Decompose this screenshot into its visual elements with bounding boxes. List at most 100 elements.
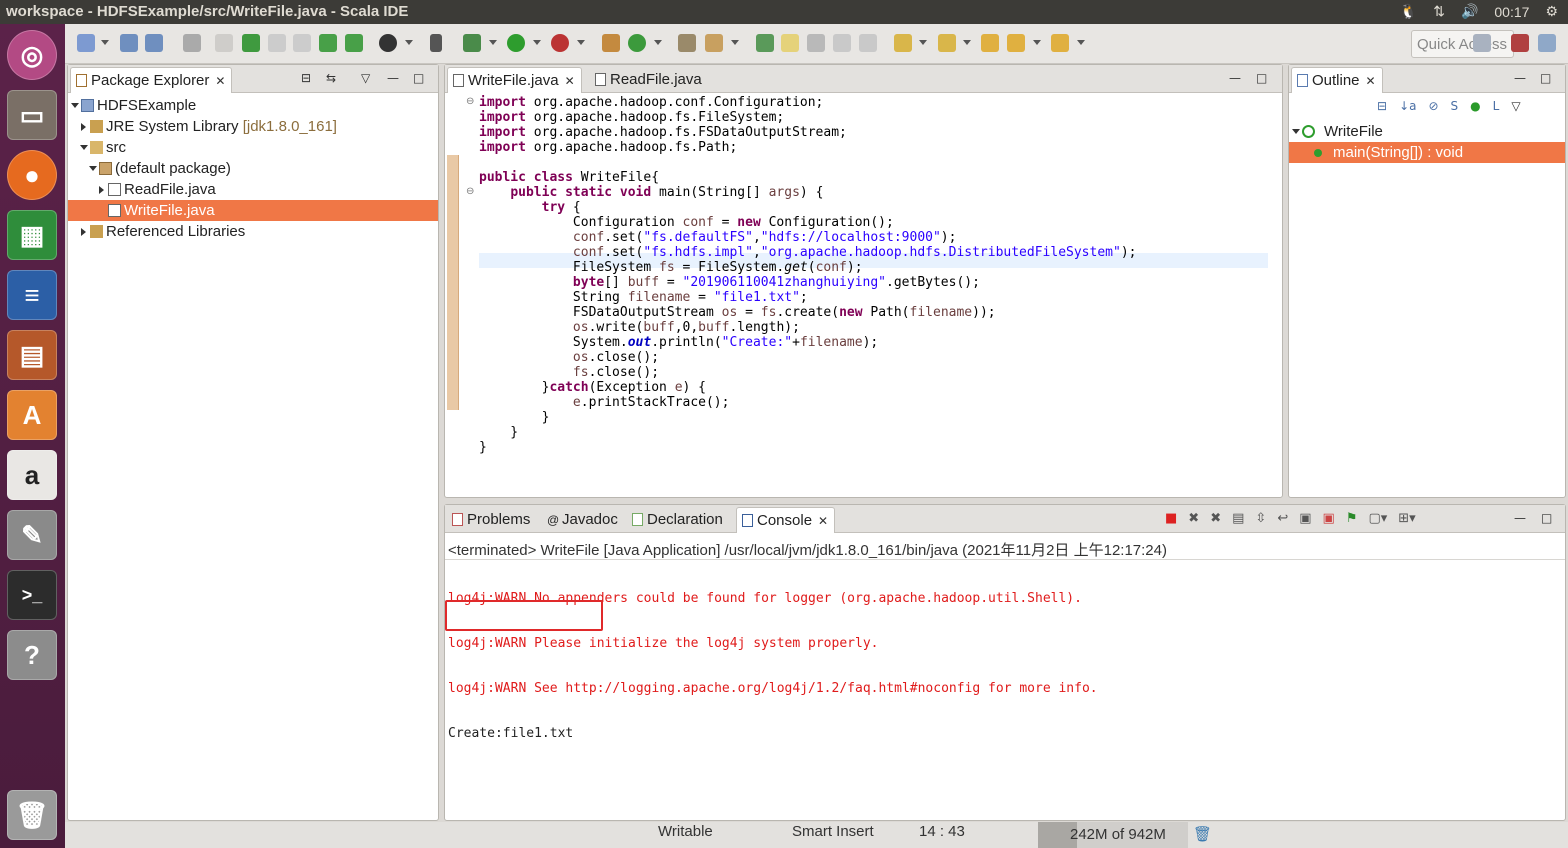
expand-arrow-icon[interactable] bbox=[80, 145, 88, 150]
penguin-icon[interactable]: 🐧 bbox=[1400, 3, 1417, 20]
quick-access-input[interactable]: Quick Access bbox=[1411, 30, 1514, 58]
minimize-icon[interactable]: — bbox=[1514, 511, 1526, 525]
maximize-icon[interactable]: □ bbox=[1256, 71, 1267, 85]
new-icon[interactable] bbox=[77, 34, 95, 52]
close-icon[interactable]: ✕ bbox=[1366, 74, 1376, 88]
firefox-icon[interactable]: ● bbox=[7, 150, 57, 200]
hide-fields-icon[interactable]: ⊘ bbox=[1428, 99, 1438, 113]
minimize-icon[interactable]: — bbox=[387, 71, 399, 85]
amazon-icon[interactable]: a bbox=[7, 450, 57, 500]
save-all-icon[interactable] bbox=[145, 34, 163, 52]
expand-arrow-icon[interactable] bbox=[1292, 129, 1300, 134]
run-dropdown-icon[interactable] bbox=[533, 40, 541, 45]
expand-arrow-icon[interactable] bbox=[89, 166, 97, 171]
new-dropdown-icon[interactable] bbox=[101, 40, 109, 45]
skip-breakpoints-icon[interactable] bbox=[430, 34, 442, 52]
hide-nonpublic-icon[interactable]: ● bbox=[1470, 99, 1480, 113]
collapsed-arrow-icon[interactable] bbox=[99, 186, 104, 194]
close-icon[interactable]: ✕ bbox=[818, 514, 828, 528]
hide-static-icon[interactable]: S bbox=[1451, 99, 1459, 113]
open-console-icon[interactable]: ⊞▾ bbox=[1398, 511, 1415, 526]
new-class-icon[interactable] bbox=[628, 34, 646, 52]
tab-writefile[interactable]: WriteFile.java ✕ bbox=[447, 67, 582, 93]
forward-icon[interactable] bbox=[1051, 34, 1069, 52]
ubuntu-dash-icon[interactable]: ◎ bbox=[7, 30, 57, 80]
next-annotation-icon[interactable] bbox=[894, 34, 912, 52]
tab-problems[interactable]: Problems bbox=[447, 507, 536, 533]
spreadsheet-icon[interactable]: ▦ bbox=[7, 210, 57, 260]
console-output[interactable]: log4j:WARN No appenders could be found f… bbox=[448, 561, 1098, 771]
terminate-icon[interactable]: ■ bbox=[1165, 511, 1177, 526]
view-menu-icon[interactable]: ▽ bbox=[1511, 99, 1520, 113]
scroll-lock-icon[interactable]: ⇳ bbox=[1255, 511, 1266, 526]
word-wrap-icon[interactable]: ↩ bbox=[1277, 511, 1288, 526]
back-icon[interactable] bbox=[1007, 34, 1025, 52]
minimize-icon[interactable]: — bbox=[1514, 71, 1526, 85]
outline-item-class[interactable]: WriteFile bbox=[1289, 121, 1565, 142]
highlight-icon[interactable] bbox=[781, 34, 799, 52]
task-dropdown-icon[interactable] bbox=[731, 40, 739, 45]
settings-gear-icon[interactable]: ⚙ bbox=[1545, 3, 1558, 20]
sort-icon[interactable]: ↓a bbox=[1399, 99, 1416, 113]
fold-icon[interactable]: ⊖ bbox=[466, 186, 474, 197]
heap-status[interactable]: 242M of 942M bbox=[1038, 822, 1188, 848]
debug-icon[interactable] bbox=[463, 34, 481, 52]
tab-declaration[interactable]: Declaration bbox=[627, 507, 729, 533]
minimize-icon[interactable]: — bbox=[1229, 71, 1241, 85]
collapse-all-icon[interactable]: ⊟ bbox=[301, 71, 311, 85]
forward-dropdown-icon[interactable] bbox=[1077, 40, 1085, 45]
breadcrumb-icon[interactable] bbox=[242, 34, 260, 52]
close-icon[interactable]: ✕ bbox=[215, 74, 225, 88]
open-perspective-icon[interactable] bbox=[1473, 34, 1491, 52]
trash-icon[interactable]: 🗑 bbox=[7, 790, 57, 840]
show-stderr-icon[interactable]: ▣ bbox=[1323, 511, 1335, 526]
doc-icon[interactable] bbox=[293, 34, 311, 52]
system-settings-icon[interactable]: ✎ bbox=[7, 510, 57, 560]
tab-readfile[interactable]: ReadFile.java bbox=[590, 67, 708, 93]
debug-dropdown-icon[interactable] bbox=[489, 40, 497, 45]
display-console-icon[interactable]: ▢▾ bbox=[1368, 511, 1387, 526]
files-icon[interactable]: ▭ bbox=[7, 90, 57, 140]
maximize-icon[interactable]: □ bbox=[1541, 511, 1552, 525]
volume-icon[interactable]: 🔊 bbox=[1461, 3, 1478, 20]
collapse-all-icon[interactable]: ⊟ bbox=[1377, 99, 1387, 113]
tree-item-project[interactable]: HDFSExample bbox=[68, 95, 438, 116]
tree-item-referenced-libraries[interactable]: Referenced Libraries bbox=[68, 221, 438, 242]
mark-icon[interactable] bbox=[807, 34, 825, 52]
terminal-icon[interactable]: >_ bbox=[7, 570, 57, 620]
tab-package-explorer[interactable]: Package Explorer ✕ bbox=[70, 67, 233, 93]
new-package-icon[interactable] bbox=[602, 34, 620, 52]
collapsed-arrow-icon[interactable] bbox=[81, 123, 86, 131]
collapsed-arrow-icon[interactable] bbox=[81, 228, 86, 236]
impress-icon[interactable]: ▤ bbox=[7, 330, 57, 380]
scala-icon[interactable] bbox=[319, 34, 337, 52]
run-icon[interactable] bbox=[507, 34, 525, 52]
maximize-icon[interactable]: □ bbox=[413, 71, 424, 85]
fold-icon[interactable]: ⊖ bbox=[466, 96, 474, 107]
page-icon[interactable] bbox=[268, 34, 286, 52]
writer-icon[interactable]: ≡ bbox=[7, 270, 57, 320]
software-center-icon[interactable]: A bbox=[7, 390, 57, 440]
network-icon[interactable]: ⇅ bbox=[1433, 3, 1445, 20]
scala-perspective-icon[interactable] bbox=[1511, 34, 1529, 52]
toggle-icon[interactable] bbox=[215, 34, 233, 52]
tree-item-writefile[interactable]: WriteFile.java bbox=[68, 200, 438, 221]
link-editor-icon[interactable]: ⇆ bbox=[326, 71, 336, 85]
code-text[interactable]: import org.apache.hadoop.conf.Configurat… bbox=[479, 95, 1136, 455]
new-class-dropdown-icon[interactable] bbox=[654, 40, 662, 45]
external-tools-dropdown-icon[interactable] bbox=[577, 40, 585, 45]
tab-console[interactable]: Console ✕ bbox=[736, 507, 836, 533]
prev-annotation-icon[interactable] bbox=[938, 34, 956, 52]
close-icon[interactable]: ✕ bbox=[565, 74, 575, 88]
block-icon[interactable] bbox=[833, 34, 851, 52]
tree-item-default-package[interactable]: (default package) bbox=[68, 158, 438, 179]
tree-item-jre[interactable]: JRE System Library [jdk1.8.0_161] bbox=[68, 116, 438, 137]
maximize-icon[interactable]: □ bbox=[1540, 71, 1551, 85]
back-dropdown-icon[interactable] bbox=[1033, 40, 1041, 45]
clock[interactable]: 00:17 bbox=[1494, 4, 1529, 20]
open-task-icon[interactable] bbox=[705, 34, 723, 52]
clear-console-icon[interactable]: ▤ bbox=[1232, 511, 1244, 526]
pin-console-icon[interactable]: ⚑ bbox=[1346, 511, 1358, 526]
tree-item-readfile[interactable]: ReadFile.java bbox=[68, 179, 438, 200]
remove-launch-icon[interactable]: ✖ bbox=[1188, 511, 1199, 526]
